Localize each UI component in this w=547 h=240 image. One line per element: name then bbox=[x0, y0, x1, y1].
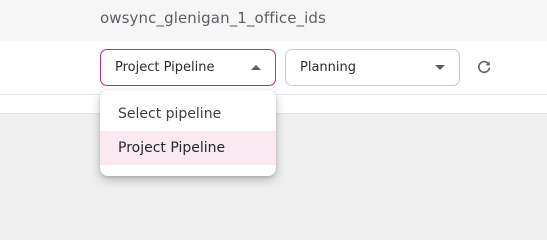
pipeline-option-select-pipeline[interactable]: Select pipeline bbox=[100, 97, 276, 131]
chevron-up-icon bbox=[251, 65, 261, 70]
option-label: Project Pipeline bbox=[118, 140, 226, 156]
pipeline-select[interactable]: Project Pipeline bbox=[100, 49, 276, 86]
stage-select-value: Planning bbox=[300, 60, 356, 75]
chevron-down-icon bbox=[435, 65, 445, 70]
refresh-icon bbox=[478, 60, 491, 74]
header-bar: owsync_glenigan_1_office_ids bbox=[0, 0, 547, 41]
pipeline-option-project-pipeline[interactable]: Project Pipeline bbox=[100, 131, 276, 165]
pipeline-select-value: Project Pipeline bbox=[115, 60, 215, 75]
stage-select[interactable]: Planning bbox=[285, 49, 460, 86]
pipeline-dropdown-menu: Select pipeline Project Pipeline bbox=[100, 90, 276, 176]
option-label: Select pipeline bbox=[118, 106, 222, 122]
refresh-button[interactable] bbox=[474, 57, 494, 77]
page-title: owsync_glenigan_1_office_ids bbox=[100, 9, 326, 27]
